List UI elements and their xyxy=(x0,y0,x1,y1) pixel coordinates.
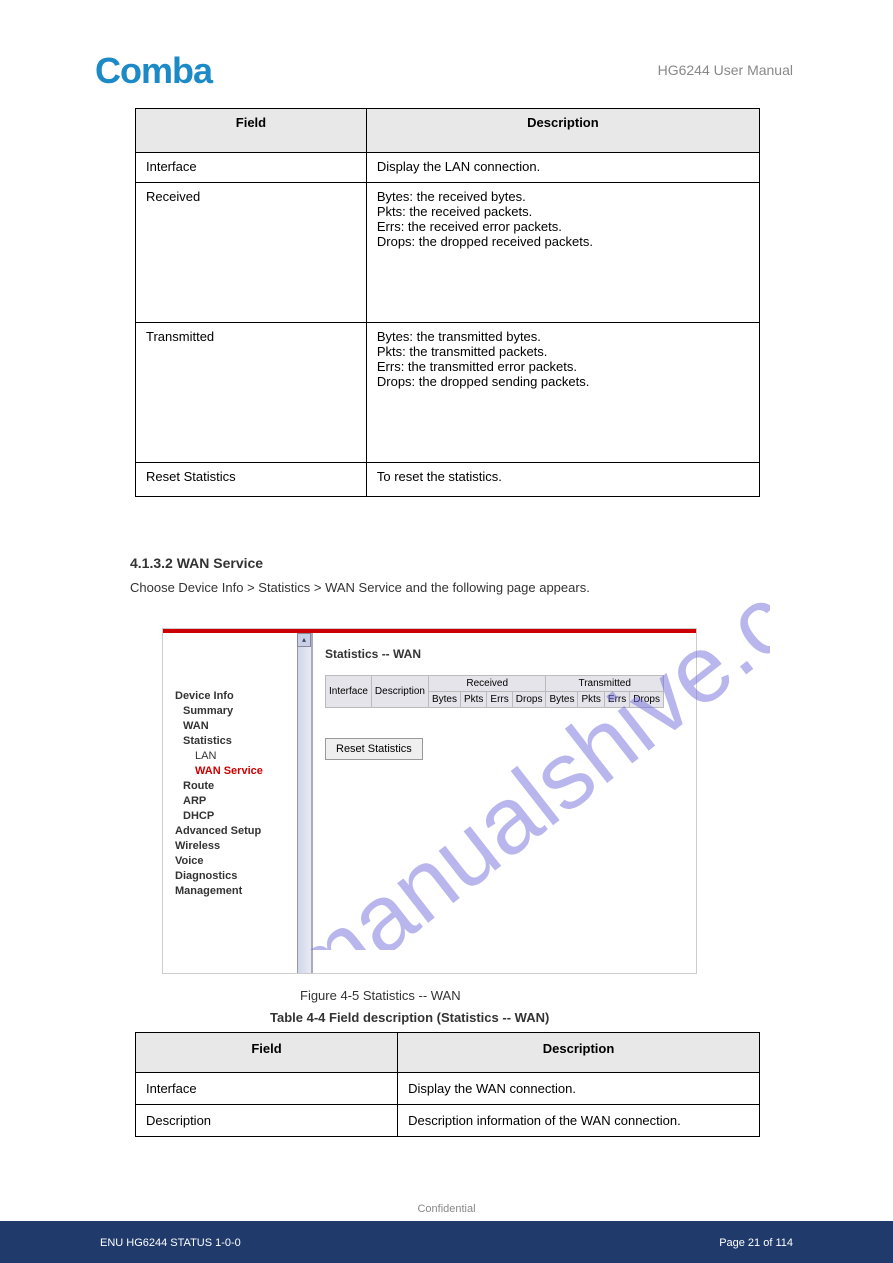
cell-field: Interface xyxy=(136,153,367,183)
th-pkts: Pkts xyxy=(460,692,486,708)
th-field: Field xyxy=(136,1033,398,1073)
figure-caption: Figure 4-5 Statistics -- WAN xyxy=(300,988,461,1003)
cell-field: Interface xyxy=(136,1073,398,1105)
th-bytes: Bytes xyxy=(428,692,460,708)
cell-field: Description xyxy=(136,1105,398,1137)
table2-caption: Table 4-4 Field description (Statistics … xyxy=(270,1010,549,1025)
nav-device-info[interactable]: Device Info xyxy=(175,690,311,702)
section-body-text: Choose Device Info > Statistics > WAN Se… xyxy=(130,580,770,595)
nav-statistics[interactable]: Statistics xyxy=(183,735,311,747)
screenshot-wan-statistics: ▴ Device Info Summary WAN Statistics LAN… xyxy=(162,628,697,974)
footer-page-number: Page 21 of 114 xyxy=(719,1237,793,1249)
nav-wan-service[interactable]: WAN Service xyxy=(195,765,311,777)
nav-diagnostics[interactable]: Diagnostics xyxy=(175,870,311,882)
th-field: Field xyxy=(136,109,367,153)
nav-summary[interactable]: Summary xyxy=(183,705,311,717)
nav-advanced-setup[interactable]: Advanced Setup xyxy=(175,825,311,837)
stats-lan-desc-table: Field Description Interface Display the … xyxy=(135,108,760,497)
reset-statistics-button[interactable]: Reset Statistics xyxy=(325,738,423,760)
scrollbar[interactable]: ▴ xyxy=(297,633,311,973)
th-bytes: Bytes xyxy=(546,692,578,708)
nav-wan[interactable]: WAN xyxy=(183,720,311,732)
nav-route[interactable]: Route xyxy=(183,780,311,792)
th-errs: Errs xyxy=(604,692,629,708)
th-pkts: Pkts xyxy=(578,692,604,708)
page-footer: ENU HG6244 STATUS 1-0-0 Page 21 of 114 xyxy=(0,1221,893,1263)
nav-management[interactable]: Management xyxy=(175,885,311,897)
nav-wireless[interactable]: Wireless xyxy=(175,840,311,852)
doc-title: HG6244 User Manual xyxy=(658,62,793,78)
th-drops: Drops xyxy=(630,692,664,708)
stats-wan-desc-table: Field Description Interface Display the … xyxy=(135,1032,760,1137)
cell-desc: Bytes: the received bytes. Pkts: the rec… xyxy=(366,183,759,323)
th-interface: Interface xyxy=(326,676,372,708)
th-received: Received xyxy=(428,676,546,692)
confidential-label: Confidential xyxy=(0,1203,893,1215)
nav-lan[interactable]: LAN xyxy=(195,750,311,762)
cell-desc: Display the LAN connection. xyxy=(366,153,759,183)
brand-logo: Comba xyxy=(95,50,212,92)
scroll-up-icon[interactable]: ▴ xyxy=(297,633,311,647)
wan-stats-table: Interface Description Received Transmitt… xyxy=(325,675,664,708)
cell-field: Received xyxy=(136,183,367,323)
section-heading-wan-service: 4.1.3.2 WAN Service xyxy=(130,555,263,571)
cell-field: Transmitted xyxy=(136,323,367,463)
nav-arp[interactable]: ARP xyxy=(183,795,311,807)
nav-voice[interactable]: Voice xyxy=(175,855,311,867)
th-desc: Description xyxy=(366,109,759,153)
cell-desc: To reset the statistics. xyxy=(366,463,759,497)
th-transmitted: Transmitted xyxy=(546,676,664,692)
th-errs: Errs xyxy=(487,692,512,708)
nav-sidebar: ▴ Device Info Summary WAN Statistics LAN… xyxy=(163,633,313,973)
th-drops: Drops xyxy=(512,692,546,708)
cell-desc: Description information of the WAN conne… xyxy=(398,1105,760,1137)
footer-doc-id: ENU HG6244 STATUS 1-0-0 xyxy=(100,1237,241,1249)
cell-desc: Display the WAN connection. xyxy=(398,1073,760,1105)
cell-desc: Bytes: the transmitted bytes. Pkts: the … xyxy=(366,323,759,463)
content-heading: Statistics -- WAN xyxy=(325,647,684,661)
th-description: Description xyxy=(371,676,428,708)
th-desc: Description xyxy=(398,1033,760,1073)
nav-dhcp[interactable]: DHCP xyxy=(183,810,311,822)
cell-field: Reset Statistics xyxy=(136,463,367,497)
